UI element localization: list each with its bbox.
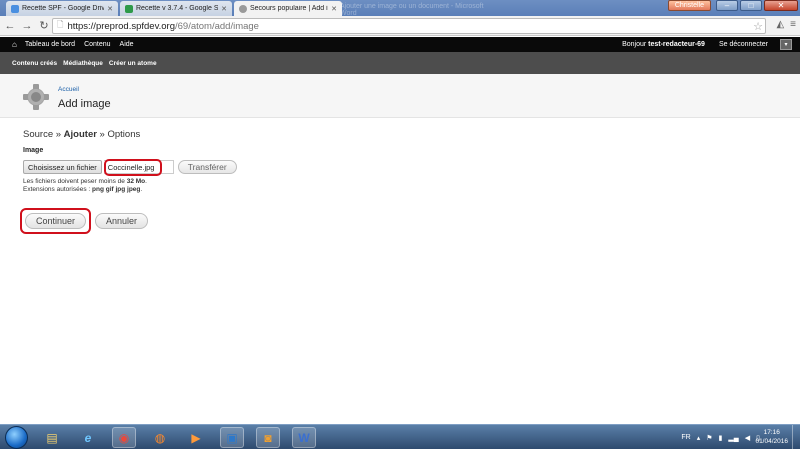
ext-suffix: . — [140, 186, 143, 193]
wizard-steps: Source » Ajouter » Options — [23, 129, 140, 140]
choose-file-button[interactable]: Choisissez un fichier — [23, 160, 102, 174]
tab-recette-v374[interactable]: Recette v 3.7.4 - Google S ✕ — [120, 1, 232, 16]
start-button[interactable] — [5, 426, 28, 449]
file-help-text: Les fichiers doivent peser moins de 32 M… — [23, 178, 147, 194]
google-sheets-icon — [125, 4, 133, 13]
page-header: Accueil Add image — [0, 74, 800, 118]
window-controls: Christelle – □ ✕ — [667, 0, 798, 11]
media-player-icon[interactable]: ▶ — [184, 427, 208, 448]
network-icon[interactable]: ▂▄ — [728, 434, 738, 442]
annotation-highlight — [20, 208, 92, 234]
logout-link[interactable]: Se déconnecter — [719, 41, 768, 48]
upload-button[interactable]: Transférer — [177, 160, 237, 174]
clock-time: 17:16 — [763, 429, 780, 436]
chrome-icon[interactable]: ◉ — [112, 427, 136, 448]
tab-secours-populaire[interactable]: Secours populaire | Add im ✕ — [234, 1, 342, 16]
admin-link-content[interactable]: Contenu — [84, 41, 110, 48]
tab-label: Recette v 3.7.4 - Google S — [136, 5, 219, 12]
close-window-button[interactable]: ✕ — [764, 0, 798, 11]
bookmark-star-icon[interactable]: ☆ — [753, 20, 763, 33]
shortcut-bar: Contenu créés Médiathèque Créer un atome — [0, 52, 800, 74]
size-value: 32 Mo — [126, 178, 146, 185]
page-title: Add image — [58, 98, 111, 110]
clock-date: 01/04/2016 — [755, 438, 788, 445]
firefox-icon[interactable]: ◍ — [148, 427, 172, 448]
internet-explorer-icon[interactable]: e — [76, 427, 100, 448]
username[interactable]: test-redacteur-69 — [648, 41, 705, 48]
shortcut-created-content[interactable]: Contenu créés — [12, 60, 57, 67]
size-limit-text: Les fichiers doivent peser moins de 32 M… — [23, 178, 147, 186]
image-field-label: Image — [23, 147, 44, 154]
action-center-icon[interactable]: ⚑ — [706, 434, 712, 442]
tab-label: Recette SPF - Google Driv — [22, 5, 105, 12]
selected-file-name: Coccinelle.jpg — [103, 159, 174, 176]
tab-recette-spf[interactable]: Recette SPF - Google Driv ✕ — [6, 1, 118, 16]
page-info-icon[interactable]: 🗋 — [57, 19, 63, 33]
network-app-icon[interactable]: ▣ — [220, 427, 244, 448]
power-icon[interactable]: ▮ — [719, 434, 723, 442]
size-prefix: Les fichiers doivent peser moins de — [23, 178, 127, 185]
step-separator: » — [96, 129, 108, 140]
maximize-button[interactable]: □ — [740, 0, 762, 11]
shortcut-create-atom[interactable]: Créer un atome — [109, 60, 157, 67]
breadcrumb-home-link[interactable]: Accueil — [58, 86, 79, 93]
system-tray: FR ▴ ⚑ ▮ ▂▄ ◀ ▯ — [681, 425, 760, 450]
url-host: https://preprod.spfdev.org — [67, 20, 175, 32]
outlook-icon[interactable]: ◙ — [256, 427, 280, 448]
allowed-extensions-text: Extensions autorisées : png gif jpg jpeg… — [23, 186, 147, 194]
google-drive-icon — [11, 4, 19, 13]
shortcut-media-library[interactable]: Médiathèque — [63, 60, 103, 67]
windows-taskbar: ▤ e ◉ ◍ ▶ ▣ ◙ W FR ▴ ⚑ ▮ ▂▄ ◀ ▯ 17:16 01… — [0, 424, 800, 450]
tray-expand-icon[interactable]: ▴ — [697, 434, 701, 442]
ext-prefix: Extensions autorisées : — [23, 186, 93, 193]
admin-toolbar: ⌂ Tableau de bord Contenu Aide Bonjour t… — [0, 37, 800, 52]
profile-chip[interactable]: Christelle — [667, 0, 711, 11]
reload-button[interactable]: ↻ — [37, 19, 51, 33]
admin-link-help[interactable]: Aide — [120, 41, 134, 48]
word-icon[interactable]: W — [292, 427, 316, 448]
gear-icon-core — [28, 89, 44, 105]
continue-wrap: Continuer — [20, 208, 92, 234]
toolbar-toggle-button[interactable]: ▾ — [780, 39, 792, 50]
close-icon[interactable]: ✕ — [107, 5, 113, 13]
background-window-title: Ajouter une image ou un document - Micro… — [340, 3, 484, 17]
cancel-button[interactable]: Annuler — [95, 213, 149, 229]
step-options: Options — [107, 129, 141, 140]
step-source: Source — [23, 129, 54, 140]
minimize-button[interactable]: – — [716, 0, 738, 11]
address-bar[interactable]: 🗋 https://preprod.spfdev.org/69/atom/add… — [52, 18, 766, 34]
step-separator: » — [53, 129, 64, 140]
ext-value: png gif jpg jpeg — [92, 186, 141, 193]
file-explorer-icon[interactable]: ▤ — [40, 427, 64, 448]
file-upload-widget: Choisissez un fichier Coccinelle.jpg Tra… — [23, 159, 237, 176]
greeting-prefix: Bonjour — [622, 41, 649, 48]
system-clock[interactable]: 17:16 01/04/2016 — [755, 428, 788, 446]
user-greeting: Bonjour test-redacteur-69 — [622, 41, 705, 48]
site-favicon-icon — [239, 4, 247, 13]
menu-icon[interactable]: ≡ — [790, 19, 796, 30]
volume-icon[interactable]: ◀ — [745, 434, 750, 442]
annotation-highlight — [103, 159, 162, 176]
browser-tabstrip: Recette SPF - Google Driv ✕ Recette v 3.… — [0, 0, 800, 17]
show-desktop-button[interactable] — [792, 425, 800, 450]
admin-link-dashboard[interactable]: Tableau de bord — [25, 41, 75, 48]
language-indicator[interactable]: FR — [681, 434, 690, 441]
close-icon[interactable]: ✕ — [331, 5, 337, 13]
close-icon[interactable]: ✕ — [221, 5, 227, 13]
browser-toolbar: ← → ↻ 🗋 https://preprod.spfdev.org/69/at… — [0, 16, 800, 36]
back-button[interactable]: ← — [3, 19, 17, 33]
form-actions: Continuer Annuler — [20, 208, 149, 234]
url-path: /69/atom/add/image — [175, 20, 259, 32]
tab-label: Secours populaire | Add im — [250, 5, 329, 12]
home-icon[interactable]: ⌂ — [12, 40, 17, 49]
extension-icon[interactable]: ◭ — [776, 19, 784, 30]
step-add-current: Ajouter — [63, 129, 97, 140]
size-suffix: . — [145, 178, 147, 185]
forward-button[interactable]: → — [20, 19, 34, 33]
